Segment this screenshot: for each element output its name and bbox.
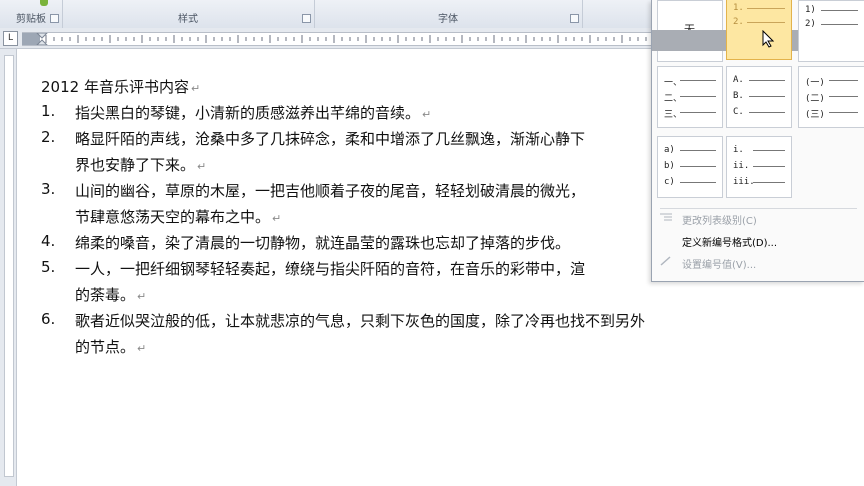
option-line bbox=[680, 112, 716, 113]
option-line bbox=[821, 10, 858, 11]
set-numbering-value-icon bbox=[660, 256, 671, 266]
list-line: 节肆意悠荡天空的幕布之中。 ↵ bbox=[75, 206, 281, 227]
option-label: b) bbox=[664, 161, 675, 171]
list-line: 指尖黑白的琴键，小清新的质感滋养出芊绵的音续。 ↵ bbox=[75, 102, 431, 123]
vertical-ruler-strip bbox=[4, 55, 14, 477]
option-line bbox=[749, 112, 785, 113]
list-line-text: 的荼毒。 bbox=[75, 286, 136, 304]
numbering-option-chinese[interactable]: 一、 二、 三、 bbox=[657, 66, 723, 128]
paragraph-mark: ↵ bbox=[137, 342, 147, 355]
list-line-text: 的节点。 bbox=[75, 338, 136, 356]
list-line: 的荼毒。 ↵ bbox=[75, 284, 146, 305]
numbering-option-chinese-paren[interactable]: (一) (二) (三) bbox=[798, 66, 864, 128]
clipboard-dialog-launcher-icon[interactable] bbox=[50, 14, 59, 23]
list-number: 6. bbox=[41, 310, 56, 328]
option-label: ii. bbox=[733, 161, 750, 171]
option-label: 1. bbox=[733, 3, 744, 13]
option-line bbox=[680, 166, 716, 167]
list-number: 5. bbox=[41, 258, 56, 276]
paragraph-mark: ↵ bbox=[272, 212, 282, 225]
list-line: 的节点。 ↵ bbox=[75, 336, 146, 357]
list-line: 绵柔的嗓音，染了清晨的一切静物，就连晶莹的露珠也忘却了掉落的步伐。 bbox=[75, 232, 570, 253]
list-line-text: 界也安静了下来。 bbox=[75, 156, 196, 174]
list-number: 3. bbox=[41, 180, 56, 198]
option-label: C. bbox=[733, 107, 744, 117]
font-dialog-launcher-icon[interactable] bbox=[570, 14, 579, 23]
styles-dialog-launcher-icon[interactable] bbox=[302, 14, 311, 23]
list-line-text: 绵柔的嗓音，染了清晨的一切静物，就连晶莹的露珠也忘却了掉落的步伐。 bbox=[75, 234, 571, 252]
option-label: 2) bbox=[805, 19, 816, 29]
option-label: A. bbox=[733, 75, 744, 85]
list-line: 界也安静了下来。 ↵ bbox=[75, 154, 206, 175]
option-label: 三、 bbox=[664, 110, 683, 120]
font-group-label: 字体 bbox=[438, 14, 458, 25]
option-line bbox=[829, 112, 858, 113]
option-line bbox=[749, 80, 785, 81]
option-label: i. bbox=[733, 145, 744, 155]
option-label: (三) bbox=[805, 110, 825, 120]
option-label: 1) bbox=[805, 5, 816, 15]
option-line bbox=[753, 150, 785, 151]
menu-separator bbox=[660, 208, 857, 209]
indent-marker-icon[interactable] bbox=[36, 33, 48, 45]
numbering-option-decimal[interactable]: 1. 2. bbox=[726, 0, 792, 60]
list-number: 2. bbox=[41, 128, 56, 146]
paragraph-mark: ↵ bbox=[190, 82, 201, 95]
option-line bbox=[680, 182, 716, 183]
numbering-library-dropdown: 无 1. 2. 1) 2) 一、 二、 三、 A. B. C. (一) (二) … bbox=[651, 0, 864, 282]
option-line bbox=[747, 22, 785, 23]
option-label: 二、 bbox=[664, 94, 683, 104]
mouse-pointer-icon bbox=[762, 30, 774, 48]
option-label: (一) bbox=[805, 78, 825, 88]
numbering-option-upper-alpha[interactable]: A. B. C. bbox=[726, 66, 792, 128]
list-line: 一人，一把纤细钢琴轻轻奏起，缭绕与指尖阡陌的音符，在音乐的彩带中，渲 bbox=[75, 258, 585, 279]
paragraph-mark: ↵ bbox=[422, 108, 432, 121]
clipboard-group: 剪贴板 bbox=[0, 0, 63, 28]
option-line bbox=[829, 80, 858, 81]
list-number: 4. bbox=[41, 232, 56, 250]
font-group: 字体 bbox=[314, 0, 583, 28]
numbering-option-roman[interactable]: i. ii. iii. bbox=[726, 136, 792, 198]
option-label: 一、 bbox=[664, 78, 683, 88]
option-line bbox=[749, 96, 785, 97]
paragraph-mark: ↵ bbox=[137, 290, 147, 303]
list-line-text: 山间的幽谷，草原的木屋，一把吉他顺着子夜的尾音，轻轻划破清晨的微光， bbox=[75, 182, 586, 200]
option-label: a) bbox=[664, 145, 675, 155]
list-line: 山间的幽谷，草原的木屋，一把吉他顺着子夜的尾音，轻轻划破清晨的微光， bbox=[75, 180, 585, 201]
styles-group: 样式 bbox=[62, 0, 315, 28]
menu-define-new-number-format[interactable]: 定义新编号格式(D)... bbox=[682, 234, 777, 249]
option-label: (二) bbox=[805, 94, 825, 104]
list-line: 略显阡陌的声线，沧桑中多了几抹碎念，柔和中增添了几丝飘逸，渐渐心静下 bbox=[75, 128, 585, 149]
list-line-text: 指尖黑白的琴键，小清新的质感滋养出芊绵的音续。 bbox=[75, 104, 421, 122]
title-text: 2012 年音乐评书内容 bbox=[41, 78, 189, 96]
option-line bbox=[747, 8, 785, 9]
list-number: 1. bbox=[41, 102, 56, 120]
tab-selector-button[interactable]: L bbox=[3, 31, 18, 46]
styles-group-label: 样式 bbox=[178, 14, 198, 25]
option-line bbox=[753, 166, 785, 167]
list-line-text: 略显阡陌的声线，沧桑中多了几抹碎念，柔和中增添了几丝飘逸，渐渐心静下 bbox=[75, 130, 586, 148]
option-label: iii. bbox=[733, 177, 755, 187]
option-label: c) bbox=[664, 177, 675, 187]
option-line bbox=[821, 24, 858, 25]
numbering-option-paren[interactable]: 1) 2) bbox=[798, 0, 864, 62]
option-label: B. bbox=[733, 91, 744, 101]
menu-set-numbering-value[interactable]: 设置编号值(V)... bbox=[682, 256, 756, 271]
option-line bbox=[829, 96, 858, 97]
numbering-option-lower-alpha[interactable]: a) b) c) bbox=[657, 136, 723, 198]
list-line-text: 歌者近似哭泣般的低，让本就悲凉的气息，只剩下灰色的国度，除了冷再也找不到另外 bbox=[75, 312, 646, 330]
list-line: 歌者近似哭泣般的低，让本就悲凉的气息，只剩下灰色的国度，除了冷再也找不到另外 bbox=[75, 310, 645, 331]
paragraph-mark: ↵ bbox=[197, 160, 207, 173]
menu-change-list-level[interactable]: 更改列表级别(C) bbox=[682, 212, 757, 227]
option-line bbox=[680, 150, 716, 151]
option-label: 2. bbox=[733, 17, 744, 27]
option-line bbox=[753, 182, 785, 183]
list-line-text: 一人，一把纤细钢琴轻轻奏起，缭绕与指尖阡陌的音符，在音乐的彩带中，渲 bbox=[75, 260, 586, 278]
option-line bbox=[680, 96, 716, 97]
option-line bbox=[680, 80, 716, 81]
list-line-text: 节肆意悠荡天空的幕布之中。 bbox=[75, 208, 271, 226]
vertical-ruler[interactable] bbox=[0, 49, 17, 486]
change-list-level-icon bbox=[660, 213, 672, 221]
document-title: 2012 年音乐评书内容 ↵ bbox=[41, 76, 200, 97]
